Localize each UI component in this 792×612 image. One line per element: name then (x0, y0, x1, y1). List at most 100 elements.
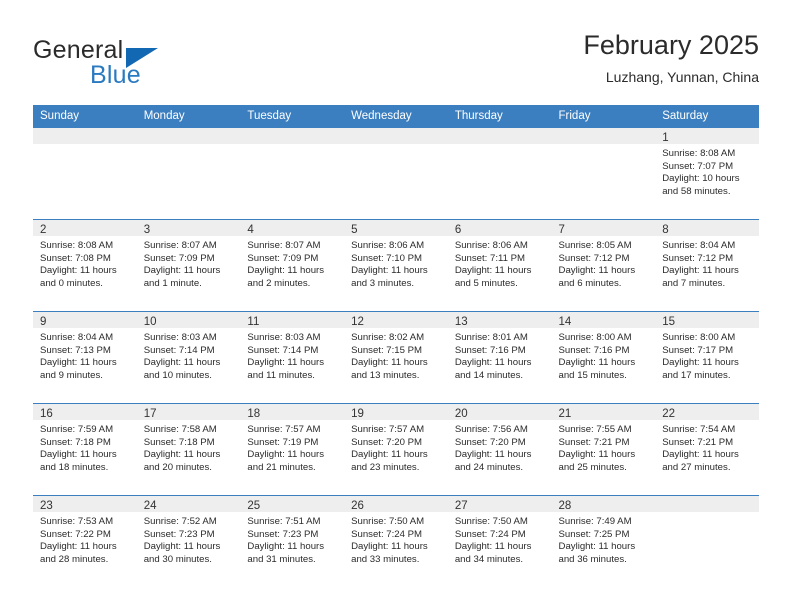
day-info-line: Sunrise: 8:05 AM (558, 240, 632, 251)
day-number: 11 (240, 312, 345, 328)
day-info-line: Daylight: 11 hours (454, 541, 532, 553)
day-info-line: and 18 minutes. (40, 461, 109, 473)
day-info-line: and 21 minutes. (247, 461, 316, 473)
day-info-line: Daylight: 11 hours (143, 449, 221, 461)
day-number (447, 128, 552, 144)
day-info-line: Daylight: 11 hours (662, 265, 739, 277)
calendar-day-cell[interactable]: 12 Sunrise: 8:02 AM Sunset: 7:15 PM Dayligh… (344, 311, 448, 404)
calendar-page: General Blue February 2025 Luzhang, Yunn… (0, 0, 792, 612)
day-info-line: and 5 minutes. (454, 277, 518, 289)
day-info-line: Sunset: 7:15 PM (351, 344, 423, 356)
title-block: February 2025 Luzhang, Yunnan, China (583, 28, 759, 88)
day-sun-info (344, 144, 448, 148)
day-number (551, 128, 656, 144)
day-number: 27 (447, 496, 552, 512)
weekday-header-friday: Friday (551, 105, 656, 128)
day-sun-info: Sunrise: 8:02 AM Sunset: 7:15 PM Daylight:… (344, 328, 448, 382)
calendar-day-cell[interactable]: 14 Sunrise: 8:00 AM Sunset: 7:16 PM Dayligh… (551, 311, 656, 404)
calendar-day-cell[interactable]: 6 Sunrise: 8:06 AM Sunset: 7:11 PM Daylight… (447, 219, 552, 312)
day-sun-info: Sunrise: 7:53 AM Sunset: 7:22 PM Daylight:… (33, 512, 137, 566)
day-info-line: Sunrise: 7:50 AM (351, 516, 425, 527)
calendar-day-cell[interactable]: 15 Sunrise: 8:00 AM Sunset: 7:17 PM Dayligh… (655, 311, 759, 404)
weekday-header-monday: Monday (136, 105, 241, 128)
calendar-day-cell[interactable]: 8 Sunrise: 8:04 AM Sunset: 7:12 PM Daylight… (655, 219, 759, 312)
day-info-line: Daylight: 11 hours (454, 357, 532, 369)
calendar-day-cell[interactable]: 16 Sunrise: 7:59 AM Sunset: 7:18 PM Dayligh… (33, 403, 137, 496)
day-sun-info (655, 512, 759, 516)
day-number: 6 (447, 220, 552, 236)
day-info-line: Sunrise: 8:00 AM (662, 332, 736, 343)
day-info-line: Sunrise: 8:04 AM (662, 240, 736, 251)
day-info-line: Sunset: 7:10 PM (351, 252, 423, 264)
day-info-line: and 31 minutes. (247, 553, 316, 565)
day-info-line: Sunset: 7:25 PM (558, 528, 630, 540)
day-sun-info: Sunrise: 8:00 AM Sunset: 7:17 PM Daylight:… (655, 328, 759, 382)
day-number: 7 (551, 220, 656, 236)
calendar-day-cell[interactable]: 25 Sunrise: 7:51 AM Sunset: 7:23 PM Dayligh… (240, 495, 345, 587)
day-info-line: Sunset: 7:17 PM (662, 344, 734, 356)
calendar-day-cell[interactable]: 4 Sunrise: 8:07 AM Sunset: 7:09 PM Daylight… (240, 219, 345, 312)
calendar-day-cell[interactable]: 7 Sunrise: 8:05 AM Sunset: 7:12 PM Daylight… (551, 219, 656, 312)
day-info-line: Sunset: 7:20 PM (454, 436, 526, 448)
day-sun-info: Sunrise: 8:03 AM Sunset: 7:14 PM Daylight:… (240, 328, 344, 382)
day-number: 25 (240, 496, 345, 512)
day-info-line: Sunset: 7:08 PM (40, 252, 111, 264)
day-info-line: and 27 minutes. (662, 461, 731, 473)
day-info-line: and 34 minutes. (454, 553, 524, 565)
calendar-day-cell[interactable]: 10 Sunrise: 8:03 AM Sunset: 7:14 PM Dayligh… (136, 311, 241, 404)
calendar-day-cell[interactable]: 5 Sunrise: 8:06 AM Sunset: 7:10 PM Daylight… (344, 219, 448, 312)
day-info-line: and 28 minutes. (40, 553, 109, 565)
day-info-line: Sunrise: 8:03 AM (247, 332, 321, 343)
day-info-line: Daylight: 11 hours (558, 357, 636, 369)
day-sun-info: Sunrise: 8:04 AM Sunset: 7:13 PM Daylight:… (33, 328, 137, 382)
page-title: February 2025 (583, 30, 759, 60)
day-info-line: Sunrise: 7:55 AM (558, 424, 632, 435)
day-info-line: Sunset: 7:16 PM (558, 344, 630, 356)
calendar-day-cell[interactable]: 2 Sunrise: 8:08 AM Sunset: 7:08 PM Daylight… (33, 219, 137, 312)
day-number: 14 (551, 312, 656, 328)
calendar-day-cell[interactable]: 26 Sunrise: 7:50 AM Sunset: 7:24 PM Dayligh… (344, 495, 448, 587)
day-info-line: Sunset: 7:14 PM (143, 344, 215, 356)
day-number: 24 (136, 496, 241, 512)
day-number: 3 (136, 220, 241, 236)
day-info-line: Sunrise: 7:52 AM (143, 516, 217, 527)
day-sun-info: Sunrise: 8:00 AM Sunset: 7:16 PM Daylight:… (552, 328, 656, 382)
day-info-line: Daylight: 11 hours (247, 449, 325, 461)
day-info-line: and 36 minutes. (558, 553, 627, 565)
calendar-day-cell[interactable]: 28 Sunrise: 7:49 AM Sunset: 7:25 PM Dayligh… (551, 495, 656, 587)
day-info-line: Sunset: 7:16 PM (454, 344, 526, 356)
day-info-line: Sunrise: 8:06 AM (351, 240, 425, 251)
calendar-day-cell[interactable]: 27 Sunrise: 7:50 AM Sunset: 7:24 PM Dayligh… (447, 495, 552, 587)
calendar-day-cell[interactable]: 13 Sunrise: 8:01 AM Sunset: 7:16 PM Dayligh… (447, 311, 552, 404)
day-info-line: Daylight: 11 hours (558, 449, 636, 461)
calendar-day-cell[interactable]: 11 Sunrise: 8:03 AM Sunset: 7:14 PM Dayligh… (240, 311, 345, 404)
general-blue-logo: General Blue (33, 36, 253, 94)
calendar-day-cell[interactable]: 1 Sunrise: 8:08 AM Sunset: 7:07 PM Daylight… (655, 127, 759, 220)
calendar-day-cell[interactable]: 9 Sunrise: 8:04 AM Sunset: 7:13 PM Daylight… (33, 311, 137, 404)
day-sun-info: Sunrise: 8:01 AM Sunset: 7:16 PM Daylight:… (448, 328, 552, 382)
calendar-day-cell[interactable]: 20 Sunrise: 7:56 AM Sunset: 7:20 PM Dayligh… (447, 403, 552, 496)
day-sun-info: Sunrise: 7:50 AM Sunset: 7:24 PM Daylight:… (344, 512, 448, 566)
calendar-day-cell[interactable]: 19 Sunrise: 7:57 AM Sunset: 7:20 PM Dayligh… (344, 403, 448, 496)
day-info-line: and 20 minutes. (143, 461, 212, 473)
day-number: 1 (655, 128, 759, 144)
calendar-day-cell[interactable]: 22 Sunrise: 7:54 AM Sunset: 7:21 PM Dayligh… (655, 403, 759, 496)
day-number: 20 (447, 404, 552, 420)
calendar-day-cell[interactable]: 18 Sunrise: 7:57 AM Sunset: 7:19 PM Dayligh… (240, 403, 345, 496)
calendar-day-cell[interactable]: 17 Sunrise: 7:58 AM Sunset: 7:18 PM Dayligh… (136, 403, 241, 496)
day-info-line: and 10 minutes. (143, 369, 212, 381)
day-sun-info: Sunrise: 7:51 AM Sunset: 7:23 PM Daylight:… (240, 512, 344, 566)
day-info-line: and 1 minute. (143, 277, 202, 289)
calendar-day-cell[interactable]: 3 Sunrise: 8:07 AM Sunset: 7:09 PM Daylight… (136, 219, 241, 312)
day-info-line: Sunset: 7:24 PM (454, 528, 526, 540)
calendar-day-cell[interactable]: 23 Sunrise: 7:53 AM Sunset: 7:22 PM Dayligh… (33, 495, 137, 587)
page-header: General Blue February 2025 Luzhang, Yunn… (33, 28, 759, 100)
day-info-line: Daylight: 11 hours (454, 265, 532, 277)
calendar-empty-cell (655, 495, 759, 587)
day-info-line: Daylight: 11 hours (40, 449, 117, 461)
calendar-day-cell[interactable]: 24 Sunrise: 7:52 AM Sunset: 7:23 PM Dayligh… (136, 495, 241, 587)
calendar-empty-cell (551, 127, 656, 220)
day-info-line: and 25 minutes. (558, 461, 627, 473)
calendar-day-cell[interactable]: 21 Sunrise: 7:55 AM Sunset: 7:21 PM Dayligh… (551, 403, 656, 496)
day-sun-info: Sunrise: 7:54 AM Sunset: 7:21 PM Daylight:… (655, 420, 759, 474)
